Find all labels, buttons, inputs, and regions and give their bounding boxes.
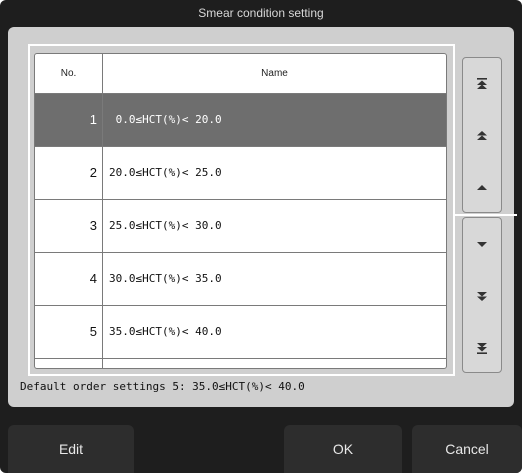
scroll-top-icon: [477, 78, 487, 89]
line-down-icon: [477, 242, 487, 247]
cancel-button[interactable]: Cancel: [412, 425, 522, 473]
row-name: 35.0≤HCT(%)< 40.0: [109, 325, 222, 338]
table-header: No. Name: [35, 54, 446, 94]
row-number: 3: [89, 218, 97, 233]
cell-divider: [102, 147, 103, 199]
cell-divider: [102, 306, 103, 358]
row-number: 2: [89, 165, 97, 180]
row-number: 1: [89, 112, 97, 127]
cell-divider: [102, 200, 103, 252]
row-name: 0.0≤HCT(%)< 20.0: [109, 113, 222, 126]
page-up-button[interactable]: [463, 110, 501, 162]
page-down-icon: [477, 292, 487, 301]
cell-divider: [102, 359, 103, 368]
table-row[interactable]: 2 20.0≤HCT(%)< 25.0: [35, 147, 446, 200]
table-row[interactable]: 1 0.0≤HCT(%)< 20.0: [35, 94, 446, 147]
ok-button[interactable]: OK: [284, 425, 402, 473]
line-up-button[interactable]: [463, 162, 501, 214]
smear-condition-dialog: Smear condition setting No. Name 1 0.0≤H…: [0, 0, 522, 473]
column-header-no: No.: [35, 54, 103, 94]
table-row[interactable]: 5 35.0≤HCT(%)< 40.0: [35, 306, 446, 359]
row-name: 30.0≤HCT(%)< 35.0: [109, 272, 222, 285]
page-down-button[interactable]: [463, 270, 501, 322]
row-name: 20.0≤HCT(%)< 25.0: [109, 166, 222, 179]
page-up-icon: [477, 131, 487, 140]
table-row[interactable]: 3 25.0≤HCT(%)< 30.0: [35, 200, 446, 253]
condition-table: No. Name 1 0.0≤HCT(%)< 20.0 2 20.0≤HCT(%…: [34, 53, 447, 369]
scroll-top-button[interactable]: [463, 58, 501, 110]
row-number: 5: [89, 324, 97, 339]
scroll-up-group: [462, 57, 502, 213]
cell-divider: [102, 94, 103, 146]
column-header-name: Name: [261, 68, 288, 79]
row-name: 25.0≤HCT(%)< 30.0: [109, 219, 222, 232]
table-row-partial: [35, 359, 446, 368]
focus-connector-line: [455, 214, 517, 216]
line-down-button[interactable]: [463, 218, 501, 270]
scroll-down-group: [462, 217, 502, 373]
edit-button[interactable]: Edit: [8, 425, 134, 473]
scroll-bottom-button[interactable]: [463, 322, 501, 374]
row-number: 4: [89, 271, 97, 286]
dialog-title: Smear condition setting: [198, 6, 324, 20]
default-order-text: Default order settings 5: 35.0≤HCT(%)< 4…: [20, 380, 305, 393]
cell-divider: [102, 253, 103, 305]
table-row[interactable]: 4 30.0≤HCT(%)< 35.0: [35, 253, 446, 306]
line-up-icon: [477, 185, 487, 190]
scroll-bottom-icon: [477, 343, 487, 354]
